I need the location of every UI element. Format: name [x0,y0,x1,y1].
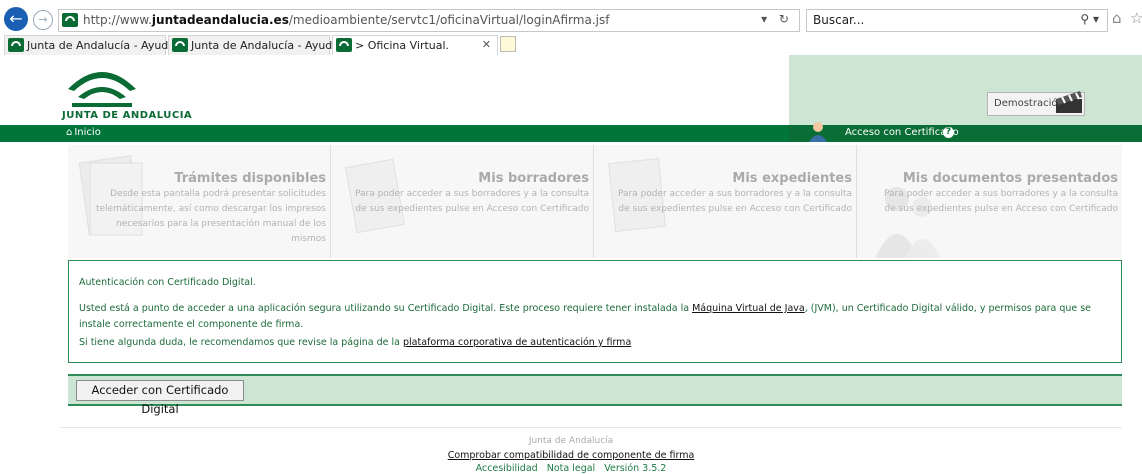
favorites-star-icon[interactable]: ☆ [1130,9,1142,27]
check-compatibility-link[interactable]: Comprobar compatibilidad de componente d… [0,450,1142,461]
header-right-panel: Demostración [789,55,1142,125]
auth-info-box: Autenticación con Certificado Digital. U… [68,260,1122,363]
java-vm-link[interactable]: Máquina Virtual de Java [692,303,805,314]
browser-toolbar: ← → http://www.juntadeandalucia.es/medio… [0,0,1142,33]
page-header: JUNTA DE ANDALUCIA Demostración [0,55,1142,125]
tab-favicon-icon [172,38,188,52]
card-description: Para poder acceder a sus borradores y a … [354,189,589,214]
card-description: Para poder acceder a sus borradores y a … [883,189,1118,214]
tab-oficina-virtual[interactable]: > Oficina Virtual. ✕ [332,35,498,55]
browser-search-input[interactable]: Buscar... ⚲ ▾ [806,9,1108,32]
forward-arrow-icon[interactable]: → [33,10,53,30]
search-icon[interactable]: ⚲ ▾ [1080,12,1099,26]
clapperboard-icon [1056,91,1082,113]
new-tab-icon[interactable] [500,36,516,52]
site-favicon-icon [62,13,78,27]
card-title: Trámites disponibles [174,171,326,186]
card-documentos: Mis documentos presentados Para poder ac… [857,145,1122,258]
card-tramites: Trámites disponibles Desde esta pantalla… [68,145,331,258]
demo-button[interactable]: Demostración [987,91,1085,116]
footer-links: Accesibilidad Nota legal Versión 3.5.2 [0,463,1142,474]
card-expedientes: Mis expedientes Para poder acceder a sus… [594,145,857,258]
tab-label: > Oficina Virtual. [355,39,450,52]
nav-home-link[interactable]: ⌂ Inicio [66,127,101,138]
version-label: Versión 3.5.2 [604,463,667,474]
user-avatar-icon [809,122,827,142]
search-placeholder: Buscar... [813,13,865,27]
tab-ayudas-2[interactable]: Junta de Andalucía - Ayudas e... [168,35,366,55]
auth-platform-link[interactable]: plataforma corporativa de autenticación … [403,337,631,348]
auth-title: Autenticación con Certificado Digital. [79,277,256,288]
nav-home-label: Inicio [74,127,101,138]
address-url: http://www.juntadeandalucia.es/medioambi… [83,13,610,27]
card-description: Para poder acceder a sus borradores y a … [617,189,852,214]
auth-paragraph-1: Usted está a punto de acceder a una apli… [79,301,1109,333]
main-navbar: ⌂ Inicio Acceso con Certificado ? [0,122,1142,142]
feature-cards: Trámites disponibles Desde esta pantalla… [68,145,1122,258]
close-icon[interactable]: ✕ [482,38,491,51]
auth-paragraph-2: Si tiene algunda duda, le recomendamos q… [79,337,631,348]
tab-bar: Junta de Andalucía - Ayudas e... Junta d… [0,33,1142,56]
auth-text: Si tiene algunda duda, le recomendamos q… [79,337,403,348]
action-bar: Acceder con Certificado Digital [68,374,1122,416]
auth-text: Usted está a punto de acceder a una apli… [79,303,693,314]
address-bar[interactable]: http://www.juntadeandalucia.es/medioambi… [58,9,800,32]
card-description: Desde esta pantalla podrá presentar soli… [95,189,326,244]
card-title: Mis borradores [478,171,589,186]
footer-divider [60,427,1122,428]
access-certificate-button[interactable]: Acceder con Certificado Digital [76,380,244,416]
card-title: Mis documentos presentados [902,171,1118,186]
tab-favicon-icon [336,38,352,52]
home-icon[interactable]: ⌂ [1112,9,1122,27]
back-arrow-icon[interactable]: ← [4,7,28,31]
legal-note-link[interactable]: Nota legal [547,463,595,474]
logo-text: JUNTA DE ANDALUCIA [62,110,193,121]
footer-org: Junta de Andalucía [528,436,614,446]
card-title: Mis expedientes [732,171,852,186]
card-borradores: Mis borradores Para poder acceder a sus … [331,145,594,258]
help-icon[interactable]: ? [943,127,954,138]
junta-logo-icon[interactable] [64,59,140,109]
tab-favicon-icon [8,38,24,52]
accessibility-link[interactable]: Accesibilidad [476,463,538,474]
home-icon: ⌂ [66,127,73,138]
tab-ayudas-1[interactable]: Junta de Andalucía - Ayudas e... [4,35,202,55]
certificate-access[interactable]: Acceso con Certificado ? [789,122,1142,142]
refresh-icon[interactable]: ▾ ↻ [761,12,793,26]
certificate-access-label: Acceso con Certificado [845,127,959,138]
